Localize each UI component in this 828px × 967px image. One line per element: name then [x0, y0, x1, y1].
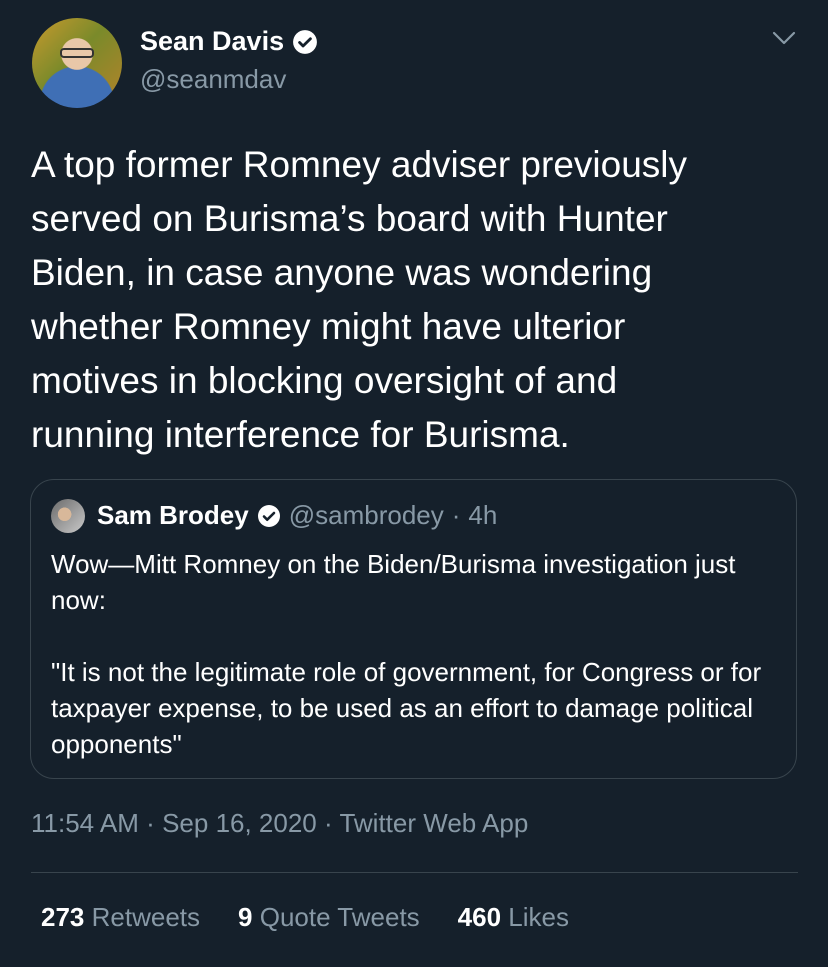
quoted-paragraph: Wow—Mitt Romney on the Biden/Burisma inv… — [51, 549, 736, 615]
tweet-text: A top former Romney adviser previously s… — [31, 144, 687, 455]
retweets-label: Retweets — [91, 902, 201, 932]
tweet-meta: 11:54 AM · Sep 16, 2020 · Twitter Web Ap… — [31, 808, 528, 839]
author-display-name[interactable]: Sean Davis — [140, 26, 284, 57]
quoted-author-handle: @sambrodey — [288, 500, 444, 530]
tweet-source[interactable]: Twitter Web App — [339, 808, 528, 838]
tweet-time[interactable]: 11:54 AM — [31, 808, 139, 838]
likes-stat[interactable]: 460 Likes — [458, 902, 569, 933]
tweet-stats: 273 Retweets 9 Quote Tweets 460 Likes — [41, 902, 569, 933]
tweet-date[interactable]: Sep 16, 2020 — [162, 808, 317, 838]
author-avatar[interactable] — [32, 18, 122, 108]
quote-tweets-stat[interactable]: 9 Quote Tweets — [238, 902, 420, 933]
likes-label: Likes — [508, 902, 569, 932]
quoted-author-name: Sam Brodey — [97, 500, 249, 530]
meta-separator: · — [146, 808, 155, 838]
author-handle[interactable]: @seanmdav — [140, 64, 286, 95]
divider — [31, 872, 798, 873]
quoted-tweet-text: Wow—Mitt Romney on the Biden/Burisma inv… — [51, 546, 781, 762]
chevron-down-icon[interactable] — [770, 28, 798, 48]
quoted-time-ago: 4h — [468, 500, 498, 530]
retweets-stat[interactable]: 273 Retweets — [41, 902, 200, 933]
quoted-tweet[interactable]: Sam Brodey @sambrodey · 4h Wow—Mitt Romn… — [30, 479, 797, 779]
quote-tweets-label: Quote Tweets — [259, 902, 420, 932]
quoted-author-avatar — [51, 499, 85, 533]
quoted-tweet-header: Sam Brodey @sambrodey · 4h — [97, 500, 497, 531]
quoted-paragraph: "It is not the legitimate role of govern… — [51, 657, 762, 759]
meta-separator: · — [324, 808, 333, 838]
author-name-row: Sean Davis — [140, 26, 318, 57]
verified-badge-icon — [293, 29, 318, 54]
quoted-separator: · — [451, 500, 461, 530]
verified-badge-icon — [257, 504, 280, 527]
quote-tweets-count: 9 — [238, 902, 253, 932]
avatar-glasses — [60, 48, 94, 58]
retweets-count: 273 — [41, 902, 85, 932]
likes-count: 460 — [457, 902, 502, 932]
